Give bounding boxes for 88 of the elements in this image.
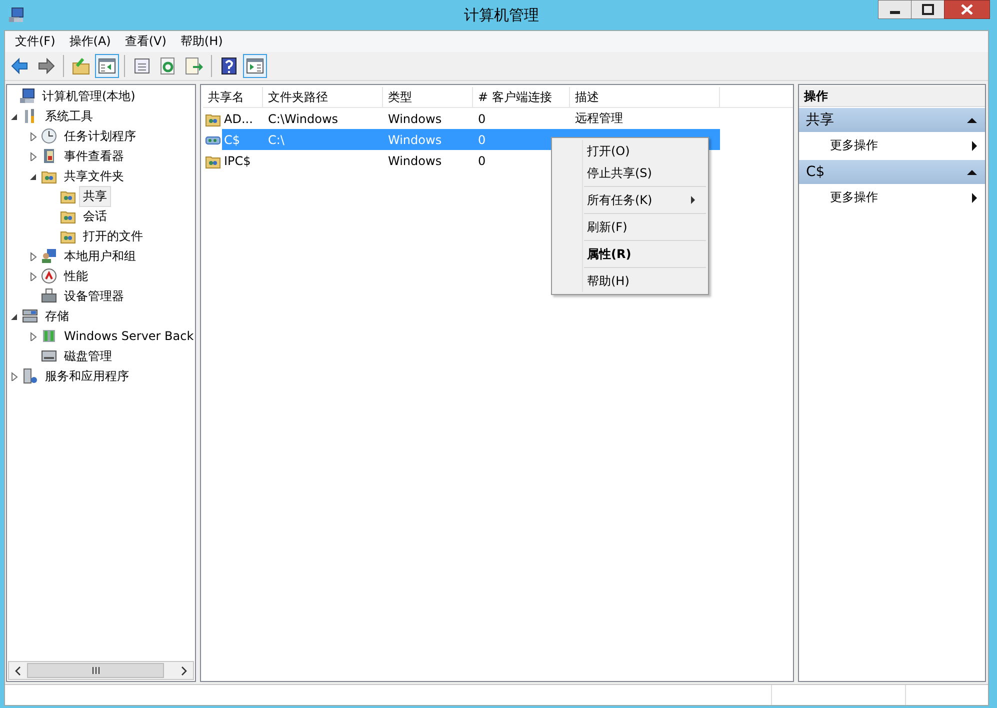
table-cell: C:\Windows bbox=[268, 112, 338, 126]
collapse-arrow-icon[interactable] bbox=[967, 168, 977, 176]
column-header[interactable]: 类型 bbox=[383, 87, 473, 107]
server-icon bbox=[22, 368, 38, 384]
table-cell: C$ bbox=[224, 132, 240, 146]
tree-item[interactable]: 任务计划程序 bbox=[60, 126, 140, 146]
menu-item[interactable]: 文件(F) bbox=[8, 31, 62, 52]
printer-icon bbox=[41, 288, 57, 304]
tree-item[interactable]: 会话 bbox=[79, 206, 111, 226]
collapse-arrow-icon[interactable] bbox=[29, 172, 38, 180]
users-icon bbox=[41, 248, 57, 264]
folder-up-icon bbox=[71, 56, 91, 76]
expand-arrow-icon[interactable] bbox=[29, 332, 38, 340]
action-link[interactable]: 更多操作 bbox=[799, 132, 985, 159]
maximize-button[interactable] bbox=[911, 0, 945, 19]
tree-item[interactable]: 服务和应用程序 bbox=[41, 366, 133, 386]
back-arrow-icon bbox=[10, 56, 30, 76]
toolbar-button[interactable] bbox=[95, 54, 119, 78]
gauge-icon bbox=[41, 268, 57, 284]
column-header[interactable]: # 客户端连接 bbox=[473, 87, 570, 107]
scroll-thumb[interactable] bbox=[27, 663, 164, 678]
section-header[interactable]: C$ bbox=[799, 160, 985, 184]
submenu-arrow-icon bbox=[972, 192, 977, 202]
clock-icon bbox=[41, 128, 57, 144]
table-cell: AD... bbox=[224, 112, 253, 126]
computer-icon bbox=[8, 7, 24, 23]
collapse-arrow-icon[interactable] bbox=[10, 112, 19, 120]
tree-item[interactable]: 计算机管理(本地) bbox=[38, 86, 140, 106]
section-header[interactable]: 共享 bbox=[799, 108, 985, 132]
column-header[interactable]: 文件夹路径 bbox=[263, 87, 383, 107]
tree-item[interactable]: 事件查看器 bbox=[60, 146, 128, 166]
computer-icon bbox=[19, 88, 35, 104]
expand-arrow-icon[interactable] bbox=[29, 152, 38, 160]
submenu-arrow-icon bbox=[972, 140, 977, 150]
scroll-right-icon[interactable] bbox=[180, 666, 188, 676]
grip-icon bbox=[92, 667, 100, 674]
table-cell: C:\ bbox=[268, 132, 284, 146]
tree-item[interactable]: 本地用户和组 bbox=[60, 246, 140, 266]
storage-icon bbox=[22, 308, 38, 324]
table-cell: 0 bbox=[478, 112, 486, 126]
table-cell: Windows bbox=[388, 154, 442, 168]
help-icon bbox=[219, 56, 239, 76]
collapse-arrow-icon[interactable] bbox=[967, 116, 977, 124]
submenu-arrow-icon bbox=[691, 196, 695, 204]
action-link[interactable]: 更多操作 bbox=[799, 184, 985, 211]
menu-item[interactable]: 刷新(F) bbox=[554, 216, 706, 238]
expand-arrow-icon[interactable] bbox=[10, 372, 19, 380]
horizontal-scrollbar[interactable] bbox=[8, 661, 194, 680]
column-header[interactable]: 描述 bbox=[570, 87, 720, 107]
window-title: 计算机管理 bbox=[463, 6, 540, 24]
tree-item[interactable]: 共享 bbox=[79, 186, 111, 206]
menu-item[interactable]: 帮助(H) bbox=[554, 270, 706, 292]
table-cell: 0 bbox=[478, 154, 486, 168]
pane-title: 操作 bbox=[799, 86, 985, 107]
tree-item[interactable]: 存储 bbox=[41, 306, 73, 326]
action-pane-icon bbox=[245, 56, 265, 76]
toolbar-button[interactable] bbox=[243, 54, 267, 78]
minimize-button[interactable] bbox=[878, 0, 912, 19]
tree-item[interactable]: 设备管理器 bbox=[60, 286, 128, 306]
table-cell: 远程管理 bbox=[575, 111, 623, 125]
export-list-icon bbox=[184, 56, 204, 76]
forward-arrow-icon bbox=[36, 56, 56, 76]
close-button[interactable] bbox=[944, 0, 990, 19]
table-cell: 0 bbox=[478, 132, 486, 146]
menu-item[interactable]: 停止共享(S) bbox=[554, 162, 706, 184]
menu-item[interactable]: 查看(V) bbox=[118, 31, 174, 52]
collapse-arrow-icon[interactable] bbox=[10, 312, 19, 320]
menu-item[interactable]: 操作(A) bbox=[62, 31, 118, 52]
tree-item[interactable]: 磁盘管理 bbox=[60, 346, 116, 366]
menu-item[interactable]: 属性(R) bbox=[554, 243, 706, 265]
menu-item[interactable]: 帮助(H) bbox=[173, 31, 230, 52]
column-header[interactable]: 共享名 bbox=[203, 87, 263, 107]
tree-pane-icon bbox=[97, 56, 117, 76]
properties-icon bbox=[132, 56, 152, 76]
tree-item[interactable]: 共享文件夹 bbox=[60, 166, 128, 186]
expand-arrow-icon[interactable] bbox=[29, 252, 38, 260]
table-cell: Windows bbox=[388, 112, 442, 126]
log-book-icon bbox=[41, 148, 57, 164]
scroll-left-icon[interactable] bbox=[14, 666, 22, 676]
table-cell: IPC$ bbox=[224, 154, 251, 168]
menu-item[interactable]: 所有任务(K) bbox=[554, 189, 706, 211]
tree-item[interactable]: Windows Server Back bbox=[60, 327, 195, 345]
expand-arrow-icon[interactable] bbox=[29, 132, 38, 140]
tree-item[interactable]: 系统工具 bbox=[41, 106, 97, 126]
expand-arrow-icon[interactable] bbox=[29, 272, 38, 280]
tree-item[interactable]: 性能 bbox=[60, 266, 92, 286]
table-cell: Windows bbox=[388, 132, 442, 146]
tree-item[interactable]: 打开的文件 bbox=[79, 226, 147, 246]
